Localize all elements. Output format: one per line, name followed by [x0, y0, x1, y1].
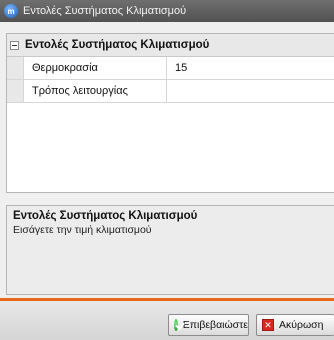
- check-icon: [174, 319, 178, 331]
- window-title: Εντολές Συστήματος Κλιματισμού: [23, 5, 187, 17]
- dialog-window: m Εντολές Συστήματος Κλιματισμού Εντολές…: [0, 0, 334, 340]
- property-name: Θερμοκρασία: [24, 57, 167, 79]
- collapse-icon[interactable]: [10, 40, 19, 50]
- close-icon: ✕: [262, 319, 274, 331]
- property-row-temperature[interactable]: Θερμοκρασία 15: [7, 57, 334, 80]
- title-bar[interactable]: m Εντολές Συστήματος Κλιματισμού: [0, 0, 334, 22]
- description-title: Εντολές Συστήματος Κλιματισμού: [13, 210, 198, 222]
- confirm-button-label: Επιβεβαιώστε: [182, 319, 248, 331]
- cancel-button[interactable]: ✕ Ακύρωση: [256, 314, 334, 336]
- property-grid: Εντολές Συστήματος Κλιματισμού Θερμοκρασ…: [6, 33, 334, 193]
- property-name: Τρόπος λειτουργίας: [24, 80, 167, 102]
- description-text: Εισάγετε την τιμή κλιματισμού: [13, 224, 152, 236]
- property-category[interactable]: Εντολές Συστήματος Κλιματισμού: [7, 34, 334, 57]
- row-gutter: [7, 80, 24, 102]
- property-row-mode[interactable]: Τρόπος λειτουργίας: [7, 80, 334, 103]
- category-label: Εντολές Συστήματος Κλιματισμού: [25, 39, 210, 51]
- row-gutter: [7, 57, 24, 79]
- cancel-button-label: Ακύρωση: [279, 319, 324, 331]
- confirm-button[interactable]: Επιβεβαιώστε: [168, 314, 249, 336]
- app-icon: m: [4, 4, 18, 18]
- description-panel: Εντολές Συστήματος Κλιματισμού Εισάγετε …: [6, 205, 334, 295]
- mode-value-field[interactable]: [167, 80, 334, 102]
- temperature-value-field[interactable]: 15: [167, 57, 334, 79]
